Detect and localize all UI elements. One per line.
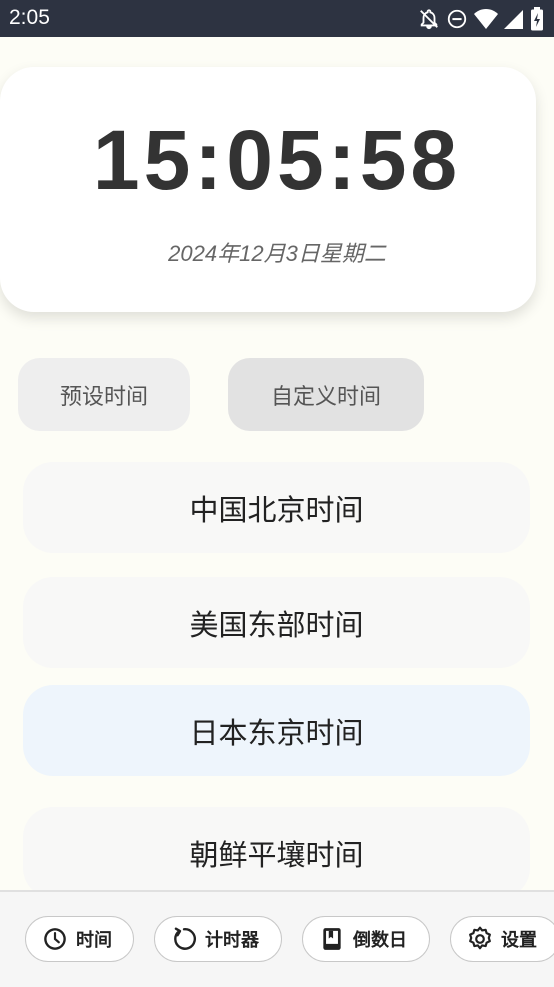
nav-settings-button[interactable]: 设置 bbox=[450, 916, 554, 962]
nav-label: 时间 bbox=[76, 930, 112, 951]
gear-icon bbox=[467, 926, 493, 952]
bottom-nav: 时间 计时器 倒数日 设置 bbox=[0, 890, 554, 987]
timezone-label: 朝鲜平壤时间 bbox=[189, 837, 364, 872]
refresh-icon bbox=[171, 926, 197, 952]
timezone-item-us-eastern[interactable]: 美国东部时间 bbox=[23, 577, 530, 668]
nav-countdown-button[interactable]: 倒数日 bbox=[302, 916, 430, 962]
custom-time-button[interactable]: 自定义时间 bbox=[228, 358, 424, 431]
clock-date: 2024年12月3日星期二 bbox=[168, 241, 386, 266]
timezone-label: 日本东京时间 bbox=[189, 715, 364, 750]
preset-time-button[interactable]: 预设时间 bbox=[18, 358, 190, 431]
timezone-label: 中国北京时间 bbox=[189, 492, 364, 527]
nav-label: 设置 bbox=[501, 930, 537, 951]
timezone-item-beijing[interactable]: 中国北京时间 bbox=[23, 462, 530, 553]
signal-icon bbox=[504, 8, 524, 30]
timezone-item-tokyo[interactable]: 日本东京时间 bbox=[23, 685, 530, 776]
timezone-item-pyongyang[interactable]: 朝鲜平壤时间 bbox=[23, 807, 530, 898]
status-time: 2:05 bbox=[9, 6, 50, 29]
status-bar: 2:05 bbox=[0, 0, 554, 37]
battery-charging-icon bbox=[530, 7, 544, 31]
clock-time: 15:05:58 bbox=[92, 113, 462, 207]
clock-icon bbox=[42, 926, 68, 952]
nav-timer-button[interactable]: 计时器 bbox=[154, 916, 282, 962]
timezone-label: 美国东部时间 bbox=[189, 607, 364, 642]
book-icon bbox=[319, 926, 345, 952]
nav-time-button[interactable]: 时间 bbox=[25, 916, 134, 962]
nav-label: 倒数日 bbox=[353, 930, 407, 951]
wifi-icon bbox=[474, 8, 498, 30]
notifications-off-icon bbox=[418, 8, 440, 30]
do-not-disturb-icon bbox=[446, 8, 468, 30]
status-icons bbox=[418, 7, 544, 31]
nav-label: 计时器 bbox=[205, 930, 259, 951]
